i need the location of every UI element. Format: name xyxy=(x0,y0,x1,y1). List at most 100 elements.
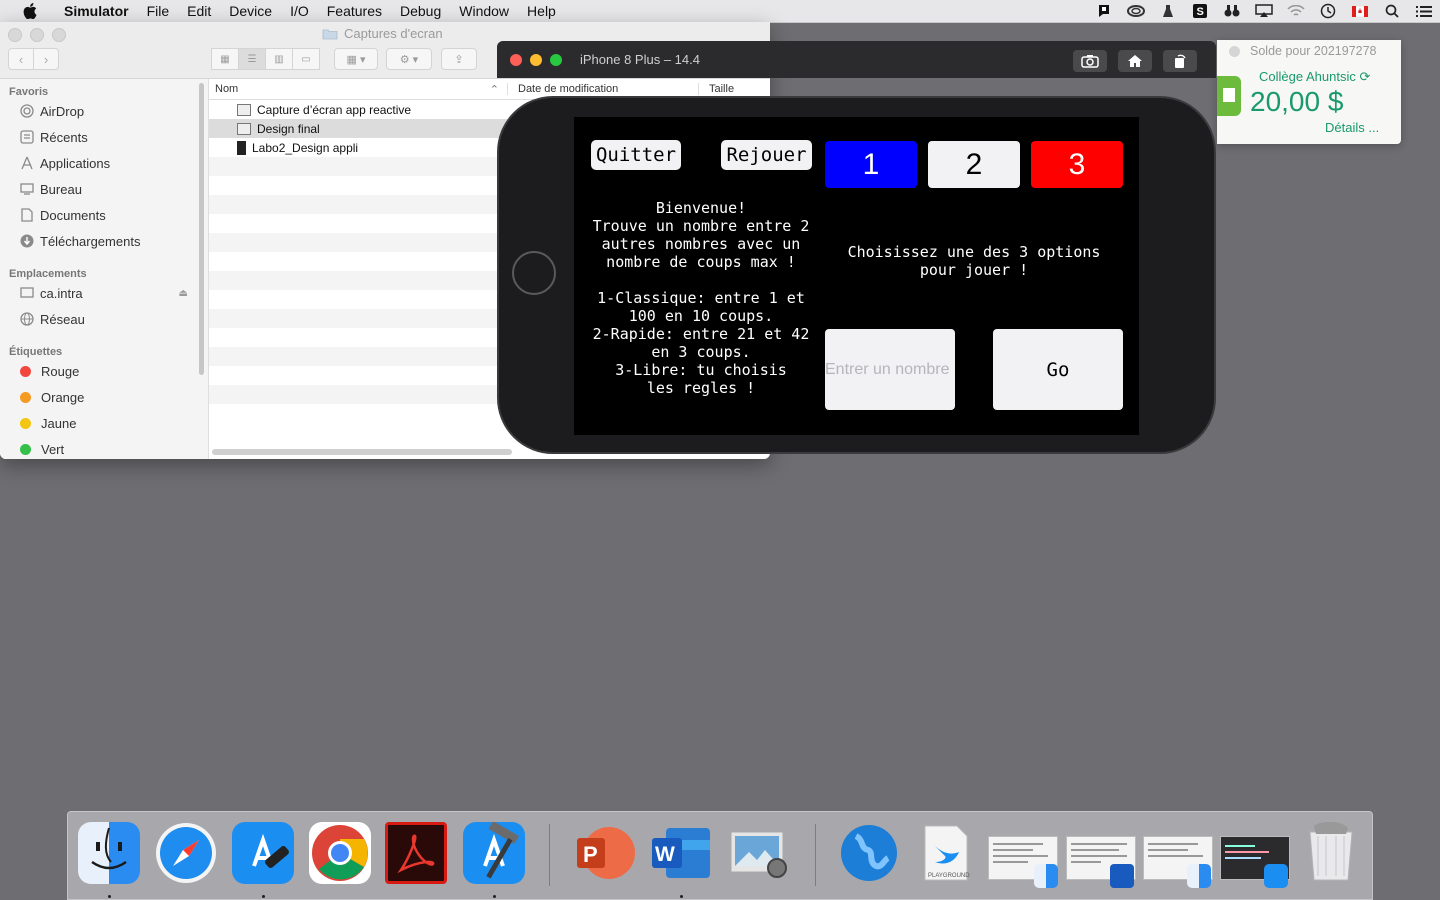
column-header-date[interactable]: Date de modification xyxy=(507,83,698,95)
horizontal-scrollbar[interactable] xyxy=(212,449,512,455)
flag-chat-icon[interactable] xyxy=(1088,0,1120,22)
close-button[interactable] xyxy=(8,28,22,42)
quit-button[interactable]: Quitter xyxy=(591,140,681,170)
sidebar-item-label: ca.intra xyxy=(40,285,83,301)
green-tag-dot-icon xyxy=(20,443,31,455)
sidebar-item-documents[interactable]: Documents xyxy=(0,202,208,228)
word-icon: W xyxy=(652,828,710,878)
menu-edit[interactable]: Edit xyxy=(178,3,220,19)
go-button[interactable]: Go xyxy=(993,329,1123,410)
gallery-view-button[interactable]: ▭ xyxy=(292,48,320,70)
sidebar-item-ca-intra[interactable]: ca.intra ⏏ xyxy=(0,280,208,306)
share-button[interactable]: ⇪ xyxy=(441,48,477,70)
xcode-instruments-dock-icon[interactable] xyxy=(232,822,294,884)
forward-button[interactable]: › xyxy=(34,48,59,70)
apple-menu-icon[interactable] xyxy=(20,3,40,19)
sidebar-item-bureau[interactable]: Bureau xyxy=(0,176,208,202)
creative-cloud-icon[interactable] xyxy=(1120,0,1152,22)
acrobat-dock-icon[interactable] xyxy=(385,822,447,884)
notification-header: Solde pour 202197278 xyxy=(1229,44,1377,58)
desktop-icon xyxy=(20,182,34,196)
option-2-button[interactable]: 2 xyxy=(928,141,1020,188)
menu-help[interactable]: Help xyxy=(518,3,565,19)
column-view-button[interactable]: ▥ xyxy=(265,48,293,70)
option-3-button[interactable]: 3 xyxy=(1031,141,1123,188)
replay-button[interactable]: Rejouer xyxy=(721,140,812,170)
sidebar-item-airdrop[interactable]: AirDrop xyxy=(0,98,208,124)
menu-features[interactable]: Features xyxy=(318,3,391,19)
xcode-dock-icon[interactable] xyxy=(463,822,525,884)
finder-dock-icon[interactable] xyxy=(78,822,140,884)
notification-details-link[interactable]: Détails ... xyxy=(1325,120,1379,135)
canada-flag-icon[interactable] xyxy=(1344,0,1376,22)
preview-dock-icon[interactable] xyxy=(727,822,789,884)
home-icon xyxy=(1128,55,1142,67)
word-dock-icon[interactable]: W xyxy=(650,822,712,884)
trash-dock-icon[interactable] xyxy=(1300,822,1362,884)
refresh-icon[interactable]: ⟳ xyxy=(1359,69,1370,84)
device-home-button[interactable] xyxy=(512,251,556,295)
globe-dock-icon[interactable] xyxy=(838,822,900,884)
finder-title: Captures d'ecran xyxy=(322,26,443,41)
powerpoint-dock-icon[interactable]: P xyxy=(573,822,635,884)
action-gear-button[interactable]: ⚙ ▾ xyxy=(386,48,432,70)
sidebar-item-telechargements[interactable]: Téléchargements xyxy=(0,228,208,254)
flask-icon[interactable] xyxy=(1152,0,1184,22)
xcode-badge-icon xyxy=(1264,864,1288,888)
wifi-icon[interactable] xyxy=(1280,0,1312,22)
spotlight-search-icon[interactable] xyxy=(1376,0,1408,22)
minimize-button[interactable] xyxy=(30,28,44,42)
menu-window[interactable]: Window xyxy=(450,3,518,19)
icon-view-button[interactable]: ▦ xyxy=(211,48,239,70)
svg-text:W: W xyxy=(655,843,675,866)
number-input-field[interactable] xyxy=(825,329,955,410)
time-machine-icon[interactable] xyxy=(1312,0,1344,22)
column-header-size[interactable]: Taille xyxy=(698,83,734,95)
sidebar-item-reseau[interactable]: Réseau xyxy=(0,306,208,332)
s-app-icon[interactable]: S xyxy=(1184,0,1216,22)
zoom-button[interactable] xyxy=(52,28,66,42)
sidebar-tag-rouge[interactable]: Rouge xyxy=(0,358,208,384)
swift-playground-dock-icon[interactable]: PLAYGROUND xyxy=(915,822,977,884)
airplay-icon[interactable] xyxy=(1248,0,1280,22)
notification-school: Collège Ahuntsic ⟳ xyxy=(1259,69,1370,85)
menu-app-name[interactable]: Simulator xyxy=(50,3,138,19)
rotate-button[interactable] xyxy=(1163,50,1197,72)
home-button[interactable] xyxy=(1118,50,1152,72)
sidebar-tag-jaune[interactable]: Jaune xyxy=(0,410,208,436)
menu-device[interactable]: Device xyxy=(220,3,281,19)
sidebar-item-label: Documents xyxy=(40,207,106,223)
notification-top-text: Solde pour 202197278 xyxy=(1250,44,1377,58)
app-store-a-icon xyxy=(252,833,289,868)
column-header-name[interactable]: Nom ⌃ xyxy=(209,83,507,96)
list-view-button[interactable]: ☰ xyxy=(238,48,266,70)
simulator-minimize-button[interactable] xyxy=(530,53,542,66)
menu-debug[interactable]: Debug xyxy=(391,3,450,19)
simulator-close-button[interactable] xyxy=(510,53,522,66)
file-name: Labo2_Design appli xyxy=(252,140,359,155)
menu-io[interactable]: I/O xyxy=(281,3,318,19)
group-button[interactable]: ▦ ▾ xyxy=(334,48,378,70)
balance-notification[interactable]: Solde pour 202197278 Collège Ahuntsic ⟳ … xyxy=(1217,40,1401,144)
binoculars-icon[interactable] xyxy=(1216,0,1248,22)
sidebar-item-applications[interactable]: Applications xyxy=(0,150,208,176)
sidebar-item-label: Rouge xyxy=(41,363,80,379)
number-input[interactable] xyxy=(825,329,955,410)
college-logo-icon xyxy=(1217,76,1241,116)
control-center-icon[interactable] xyxy=(1408,0,1440,22)
simulator-zoom-button[interactable] xyxy=(550,53,562,66)
column-header-name-label: Nom xyxy=(215,83,239,95)
sidebar-item-recents[interactable]: Récents xyxy=(0,124,208,150)
running-indicator xyxy=(262,895,265,898)
safari-dock-icon[interactable] xyxy=(155,822,217,884)
back-button[interactable]: ‹ xyxy=(8,48,34,70)
sidebar-tag-vert[interactable]: Vert xyxy=(0,436,208,459)
menu-file[interactable]: File xyxy=(138,3,179,19)
eject-icon[interactable]: ⏏ xyxy=(179,288,188,299)
chrome-dock-icon[interactable] xyxy=(309,822,371,884)
sidebar-tag-orange[interactable]: Orange xyxy=(0,384,208,410)
option-1-button[interactable]: 1 xyxy=(825,141,917,188)
rotate-icon xyxy=(1175,54,1186,68)
notification-close-icon[interactable] xyxy=(1229,45,1240,57)
screenshot-button[interactable] xyxy=(1073,50,1107,72)
